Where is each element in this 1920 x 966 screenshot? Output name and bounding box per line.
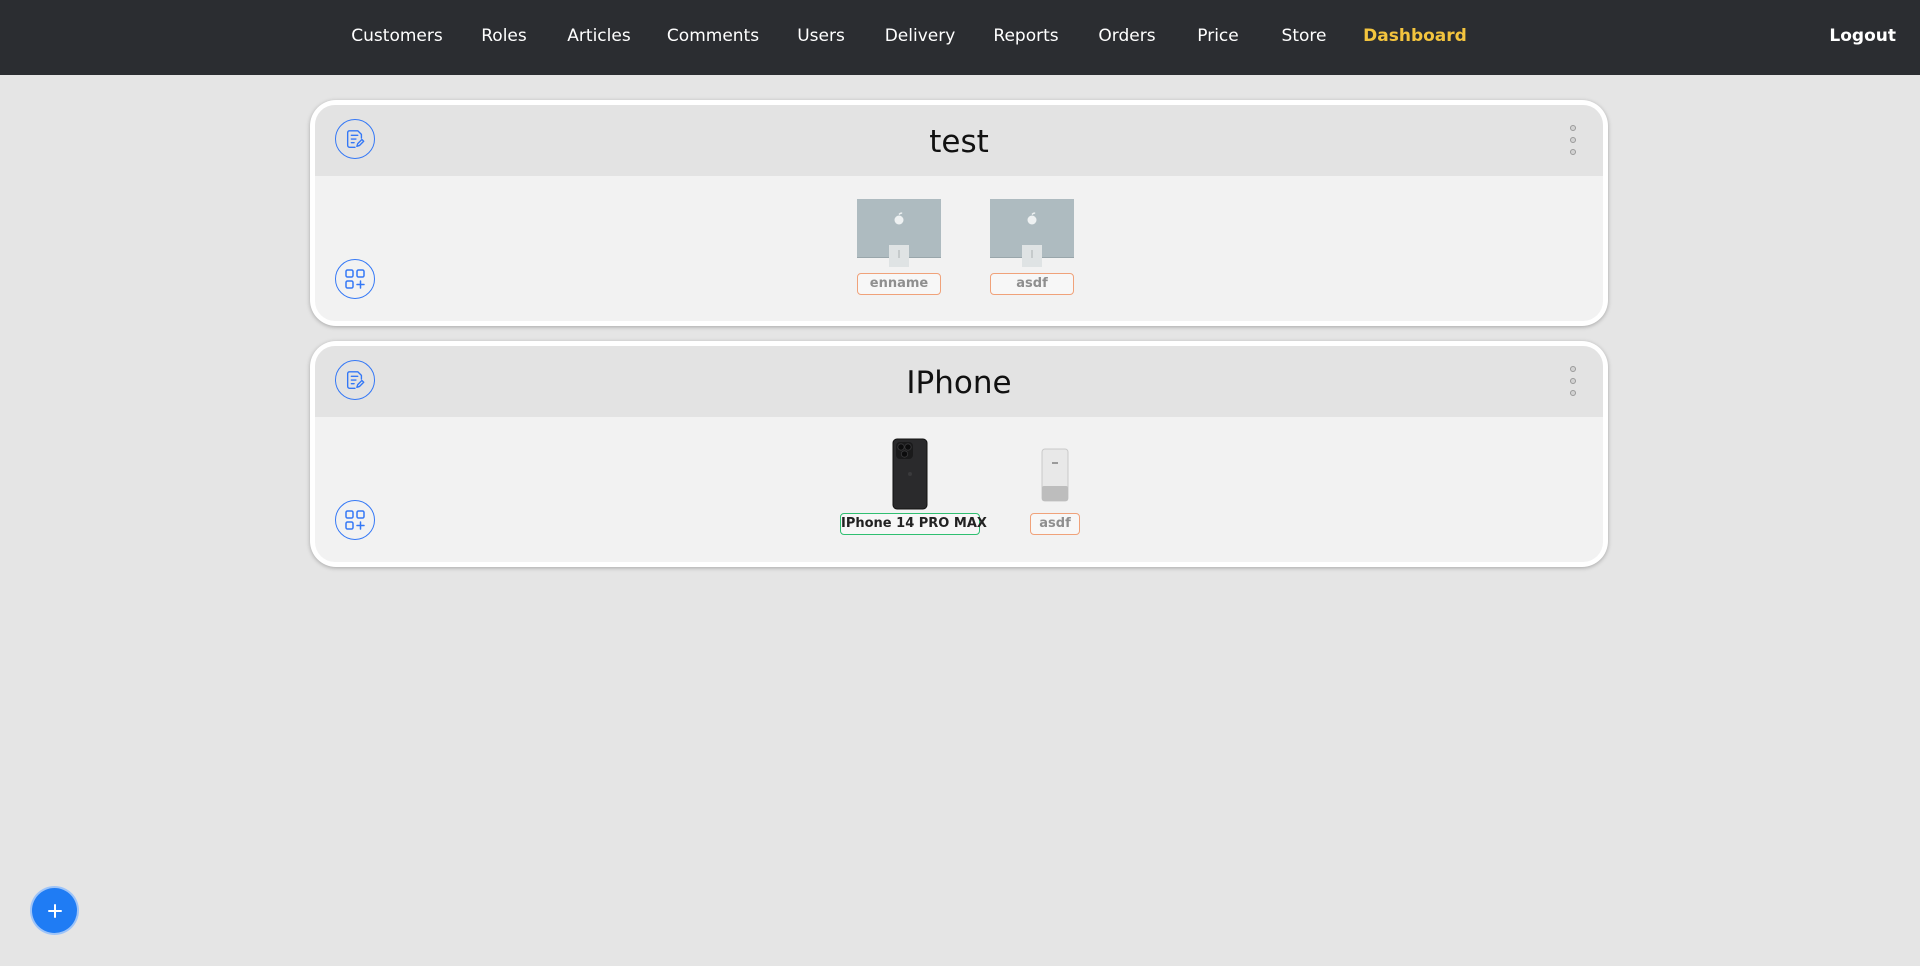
category-header: IPhone <box>315 346 1603 417</box>
category-card-body: IPhone IPhone 14 PRO MAX asdf <box>315 346 1603 562</box>
nav-item-comments[interactable]: Comments <box>667 0 759 75</box>
product-item[interactable]: IPhone 14 PRO MAX <box>840 438 987 544</box>
product-item[interactable]: asdf <box>990 199 1074 299</box>
product-label: asdf <box>1030 513 1080 535</box>
grid-add-icon <box>345 510 365 530</box>
category-title: IPhone <box>906 365 1012 401</box>
product-label: enname <box>857 273 941 295</box>
product-label: IPhone 14 PRO MAX <box>840 513 987 535</box>
nav-item-roles[interactable]: Roles <box>481 0 527 75</box>
logout-button[interactable]: Logout <box>1829 0 1896 75</box>
iphone-icon <box>892 438 928 510</box>
nav-item-reports[interactable]: Reports <box>993 0 1058 75</box>
category-header: test <box>315 105 1603 176</box>
nav-item-orders[interactable]: Orders <box>1098 0 1155 75</box>
category-title: test <box>929 124 989 160</box>
add-product-button[interactable] <box>335 259 375 299</box>
top-navigation: Customers Roles Articles Comments Users … <box>0 0 1920 75</box>
kebab-menu-icon[interactable] <box>1569 366 1577 396</box>
nav-item-store[interactable]: Store <box>1282 0 1327 75</box>
edit-category-button[interactable] <box>335 360 375 400</box>
nav-item-users[interactable]: Users <box>797 0 845 75</box>
nav-item-price[interactable]: Price <box>1197 0 1238 75</box>
note-edit-icon <box>346 371 365 389</box>
product-item[interactable]: asdf <box>1030 438 1080 544</box>
category-card: IPhone IPhone 14 PRO MAX asdf <box>310 341 1608 567</box>
nav-item-customers[interactable]: Customers <box>351 0 442 75</box>
iphone-classic-icon <box>1041 448 1069 502</box>
add-product-button[interactable] <box>335 500 375 540</box>
imac-icon <box>990 199 1074 267</box>
nav-item-articles[interactable]: Articles <box>567 0 630 75</box>
plus-icon <box>47 903 62 918</box>
note-edit-icon <box>346 130 365 148</box>
nav-item-dashboard[interactable]: Dashboard <box>1363 0 1467 75</box>
product-label: asdf <box>990 273 1074 295</box>
category-card: test enname asdf <box>310 100 1608 326</box>
nav-item-delivery[interactable]: Delivery <box>885 0 956 75</box>
grid-add-icon <box>345 269 365 289</box>
edit-category-button[interactable] <box>335 119 375 159</box>
category-card-body: test enname asdf <box>315 105 1603 321</box>
kebab-menu-icon[interactable] <box>1569 125 1577 155</box>
imac-icon <box>857 199 941 267</box>
product-item[interactable]: enname <box>857 199 941 299</box>
add-category-button[interactable] <box>32 888 77 933</box>
